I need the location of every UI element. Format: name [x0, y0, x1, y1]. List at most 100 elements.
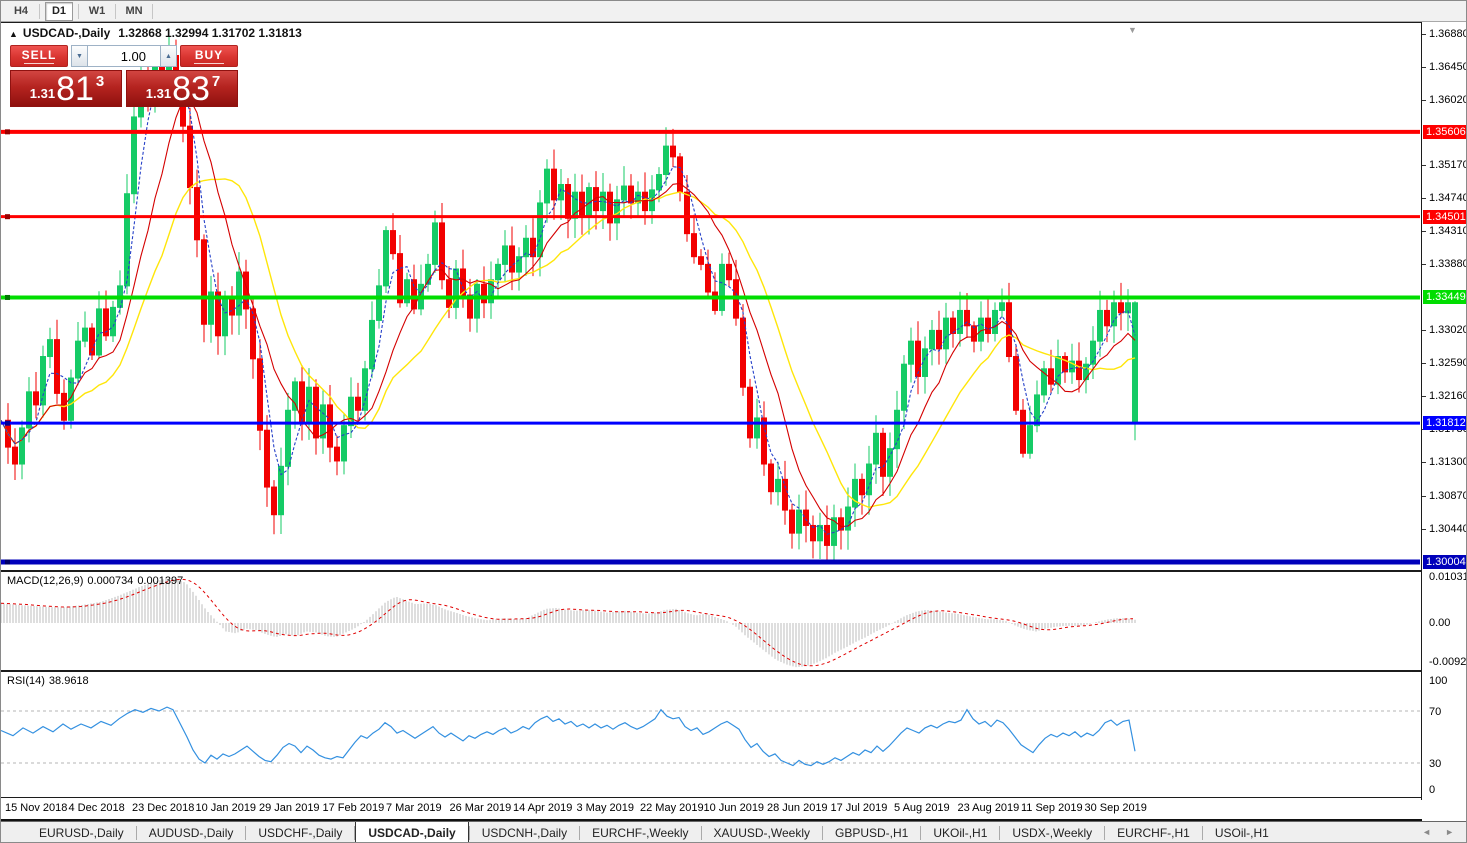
date-axis: 15 Nov 2018 4 Dec 2018 23 Dec 2018 10 Jan 2… — [1, 798, 1422, 821]
sell-price-sup: 3 — [95, 73, 105, 90]
buy-button[interactable]: BUY — [180, 45, 238, 67]
sell-price-box[interactable]: 1.31 81 3 — [10, 70, 122, 107]
rsi-line — [1, 706, 1136, 767]
chart-tab-USDCNH-Daily[interactable]: USDCNH-,Daily — [470, 822, 579, 842]
collapse-panel-icon[interactable]: ▲ — [9, 29, 18, 39]
rsi-label: RSI(14) 38.9618 — [7, 675, 89, 687]
macd-label: MACD(12,26,9) 0.000734 0.001397 — [7, 575, 184, 587]
timeframe-button-MN[interactable]: MN — [121, 3, 147, 20]
price-axis-tick: 1.33020 — [1422, 324, 1467, 337]
level-anchor[interactable] — [5, 559, 10, 565]
toolbar-separator — [115, 3, 116, 19]
macd-canvas — [1, 577, 1136, 668]
macd-main-value: 0.000734 — [87, 575, 134, 587]
sell-price-small: 1.31 — [29, 86, 56, 101]
rsi-axis-30: 30 — [1429, 758, 1442, 770]
rsi-canvas — [1, 706, 1420, 767]
timeframe-button-W1[interactable]: W1 — [84, 3, 110, 20]
timeframe-button-H4[interactable]: H4 — [8, 3, 34, 20]
price-axis-tick: 1.31300 — [1422, 456, 1467, 469]
tab-scroll-left-icon[interactable]: ◄ — [1422, 827, 1431, 837]
price-axis-tick: 1.32590 — [1422, 357, 1467, 370]
date-label: 4 Dec 2018 — [68, 802, 125, 814]
macd-axis-max: 0.010311 — [1429, 571, 1466, 583]
date-label: 17 Jul 2019 — [830, 802, 888, 814]
date-label: 23 Aug 2019 — [957, 802, 1020, 814]
sell-button[interactable]: SELL — [10, 45, 68, 67]
chart-ohlc-values: 1.32868 1.32994 1.31702 1.31813 — [118, 26, 302, 40]
tab-scroll-right-icon[interactable]: ► — [1445, 827, 1454, 837]
buy-price-small: 1.31 — [145, 86, 172, 101]
price-axis: 1.36880 1.36450 1.36020 1.35170 1.34740 1.343… — [1421, 22, 1467, 800]
date-label: 29 Jan 2019 — [259, 802, 320, 814]
price-level-badge-1.31812: 1.31812 — [1423, 416, 1466, 431]
macd-signal-line — [1, 578, 1134, 667]
price-level-badge-1.30004: 1.30004 — [1423, 555, 1466, 569]
one-click-trading-panel: SELL ▼ ▲ BUY 1.31 81 3 1.31 83 7 — [10, 44, 238, 107]
date-label: 5 Aug 2019 — [894, 802, 950, 814]
price-axis-tick: 1.32160 — [1422, 390, 1467, 403]
mt4-terminal-window: H4 D1 W1 MN ▲ USDCAD-,Daily 1.32868 1.32994 1… — [0, 0, 1467, 843]
chart-tab-XAUUSD-Weekly[interactable]: XAUUSD-,Weekly — [702, 822, 822, 842]
date-label: 22 May 2019 — [640, 802, 704, 814]
macd-axis-min: -0.009203 — [1429, 656, 1467, 668]
date-label: 14 Apr 2019 — [513, 802, 573, 814]
chart-tab-USDX-Weekly[interactable]: USDX-,Weekly — [1000, 822, 1104, 842]
date-label: 15 Nov 2018 — [5, 802, 68, 814]
toolbar-separator — [152, 3, 153, 19]
macd-signal-value: 0.001397 — [137, 575, 184, 587]
chart-tab-USDCHF-Daily[interactable]: USDCHF-,Daily — [246, 822, 354, 842]
date-label: 17 Feb 2019 — [322, 802, 385, 814]
chart-tab-EURCHF-H1[interactable]: EURCHF-,H1 — [1105, 822, 1202, 842]
price-axis-tick: 1.33880 — [1422, 258, 1467, 271]
toolbar-separator — [78, 3, 79, 19]
price-axis-tick: 1.36020 — [1422, 94, 1467, 107]
date-label: 11 Sep 2019 — [1021, 802, 1083, 814]
volume-increase-button[interactable]: ▲ — [160, 45, 177, 67]
sell-price-big: 81 — [56, 70, 94, 108]
date-label: 30 Sep 2019 — [1084, 802, 1147, 814]
rsi-axis-0: 0 — [1429, 784, 1436, 796]
chart-tab-GBPUSD-H1[interactable]: GBPUSD-,H1 — [823, 822, 920, 842]
date-label: 10 Jun 2019 — [703, 802, 765, 814]
toolbar-separator — [39, 3, 40, 19]
chart-tab-EURCHF-Weekly[interactable]: EURCHF-,Weekly — [580, 822, 700, 842]
chart-tab-USDCAD-Daily[interactable]: USDCAD-,Daily — [355, 822, 469, 842]
rsi-axis-70: 70 — [1429, 706, 1442, 718]
macd-axis-zero: 0.00 — [1429, 617, 1451, 629]
date-label: 28 Jun 2019 — [767, 802, 828, 814]
level-anchor[interactable] — [5, 129, 10, 135]
date-label: 7 Mar 2019 — [386, 802, 442, 814]
rsi-axis-100: 100 — [1429, 675, 1448, 687]
volume-decrease-button[interactable]: ▼ — [71, 45, 88, 67]
level-anchor[interactable] — [5, 214, 10, 220]
buy-price-big: 83 — [172, 70, 210, 108]
rsi-indicator-panel[interactable]: RSI(14) 38.9618 — [1, 671, 1422, 798]
chart-tab-USOil-H1[interactable]: USOil-,H1 — [1203, 822, 1281, 842]
tab-scroll-arrows: ◄ ► — [1422, 827, 1454, 837]
level-anchor[interactable] — [5, 420, 10, 426]
price-axis-tick: 1.35170 — [1422, 159, 1467, 172]
chart-tab-EURUSD-Daily[interactable]: EURUSD-,Daily — [27, 822, 136, 842]
price-axis-tick: 1.30870 — [1422, 489, 1467, 502]
price-level-badge-1.34501: 1.34501 — [1423, 209, 1466, 224]
price-level-badge-1.35606: 1.35606 — [1423, 124, 1466, 139]
price-axis-tick: 1.34740 — [1422, 192, 1467, 205]
timeframe-button-D1[interactable]: D1 — [45, 1, 73, 21]
chart-shift-icon[interactable]: ▼ — [1128, 25, 1137, 35]
buy-price-box[interactable]: 1.31 83 7 — [126, 70, 238, 107]
chart-tab-AUDUSD-Daily[interactable]: AUDUSD-,Daily — [137, 822, 246, 842]
price-axis-tick: 1.36450 — [1422, 61, 1467, 74]
price-axis-tick: 1.34310 — [1422, 225, 1467, 238]
macd-histogram — [1, 577, 1136, 668]
timeframe-toolbar: H4 D1 W1 MN — [1, 1, 1466, 22]
rsi-value: 38.9618 — [48, 675, 89, 687]
chart-tab-UKOil-H1[interactable]: UKOil-,H1 — [921, 822, 999, 842]
macd-indicator-panel[interactable]: MACD(12,26,9) 0.000734 0.001397 — [1, 571, 1422, 671]
date-label: 26 Mar 2019 — [449, 802, 512, 814]
chart-symbol-label: USDCAD-,Daily — [22, 26, 111, 40]
level-anchor[interactable] — [5, 294, 10, 300]
volume-input[interactable] — [88, 45, 160, 67]
ma-fast-blue — [1, 71, 1136, 535]
buy-price-sup: 7 — [211, 73, 221, 90]
